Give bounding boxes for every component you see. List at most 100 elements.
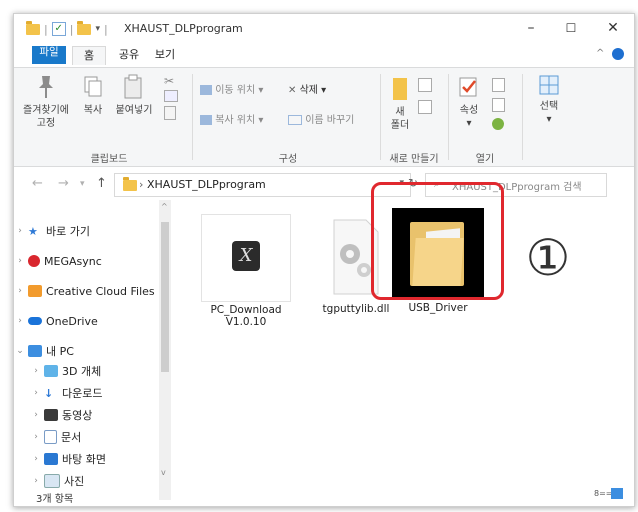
select-grid-icon	[539, 75, 559, 95]
status-bar: 3개 항목 8==	[14, 484, 634, 506]
cut-icon[interactable]: ✂	[164, 74, 180, 90]
address-folder-icon	[123, 177, 137, 191]
address-path: XHAUST_DLPprogram	[147, 178, 266, 191]
chevron-right-icon[interactable]: ›	[30, 366, 42, 376]
large-icons-view-icon[interactable]	[611, 488, 623, 499]
tab-share[interactable]: 공유	[114, 46, 144, 64]
minimize-button[interactable]: –	[514, 18, 548, 38]
folder-icon	[26, 20, 40, 35]
group-divider	[192, 74, 193, 160]
chevron-right-icon[interactable]: ›	[14, 286, 26, 296]
onedrive-cloud-icon	[28, 317, 42, 325]
nav-documents[interactable]: › 문서	[30, 428, 81, 446]
nav-3d-objects[interactable]: › 3D 개체	[30, 362, 101, 380]
chevron-right-icon[interactable]: ›	[30, 454, 42, 464]
step-number-annotation: ①	[525, 229, 571, 287]
new-folder-button[interactable]: 새 폴더	[386, 74, 414, 132]
clipboard-small-buttons: ✂	[164, 74, 180, 122]
clipboard-group-label: 클립보드	[90, 154, 128, 165]
nav-scrollbar-thumb[interactable]	[161, 222, 169, 372]
mega-icon	[28, 255, 40, 267]
details-view-icon[interactable]: 8==	[594, 489, 613, 498]
new-item-icon[interactable]	[418, 78, 432, 92]
rename-icon	[288, 115, 302, 125]
tab-home[interactable]: 홈	[72, 46, 106, 65]
chevron-right-icon[interactable]: ›	[14, 316, 26, 326]
navigation-pane: › ★ 바로 가기 › MEGAsync › Creative Cloud Fi…	[14, 200, 172, 490]
copy-button[interactable]: 복사	[76, 74, 110, 117]
open-small-buttons	[492, 78, 505, 130]
paste-shortcut-icon[interactable]	[164, 106, 180, 122]
nav-desktop[interactable]: › 바탕 화면	[30, 450, 106, 468]
desktop-icon	[44, 453, 58, 465]
up-arrow-icon[interactable]: ↑	[96, 176, 107, 191]
qa-dropdown-icon[interactable]: ▾	[95, 24, 100, 34]
close-button[interactable]: ✕	[596, 18, 630, 38]
nav-onedrive[interactable]: › OneDrive	[14, 312, 98, 330]
recent-dropdown-icon[interactable]: ▾	[80, 179, 85, 189]
tab-view[interactable]: 보기	[150, 46, 180, 64]
chevron-right-icon[interactable]: ›	[14, 226, 26, 236]
copy-path-icon[interactable]	[164, 90, 180, 106]
new-folder-icon	[393, 78, 407, 100]
history-icon[interactable]	[492, 118, 504, 130]
delete-button[interactable]: ✕ 삭제 ▾	[288, 84, 326, 97]
easy-access-icon[interactable]	[418, 100, 432, 114]
scroll-down-icon[interactable]: v	[161, 468, 166, 477]
window-title: XHAUST_DLPprogram	[124, 22, 243, 35]
address-bar[interactable]: › XHAUST_DLPprogram ▾	[114, 173, 411, 197]
nav-this-pc[interactable]: ⌄ 내 PC	[14, 342, 74, 360]
paste-button[interactable]: 붙여넣기	[112, 74, 156, 117]
pin-to-quick-access-button[interactable]: 즐겨찾기에 고정	[20, 74, 72, 130]
chevron-right-icon[interactable]: ›	[30, 388, 42, 398]
quick-access-toolbar: | ✓ | ▾ |	[26, 20, 112, 36]
group-divider	[522, 74, 523, 160]
move-to-button[interactable]: 이동 위치 ▾	[200, 84, 263, 97]
help-icon[interactable]	[612, 48, 624, 60]
delete-x-icon: ✕	[288, 85, 297, 96]
copy-to-icon	[200, 115, 212, 125]
cube-icon	[44, 365, 58, 377]
ribbon: 즐겨찾기에 고정 복사 붙여넣기 ✂ 클립보드 이동 위치 ▾ 복사 위치 ▾ …	[14, 67, 634, 167]
nav-megasync[interactable]: › MEGAsync	[14, 252, 102, 270]
file-item-pc-download[interactable]: X PC_Download V1.0.10	[193, 214, 299, 328]
rename-button[interactable]: 이름 바꾸기	[288, 114, 354, 127]
group-divider	[380, 74, 381, 160]
item-count: 3개 항목	[36, 494, 74, 505]
group-divider	[448, 74, 449, 160]
chevron-right-icon[interactable]: ›	[14, 256, 26, 266]
properties-button[interactable]: 속성 ▾	[454, 74, 484, 130]
pin-icon	[39, 76, 53, 98]
chevron-right-icon[interactable]: ›	[30, 432, 42, 442]
move-icon	[200, 85, 212, 95]
properties-check-icon[interactable]: ✓	[51, 22, 66, 36]
ribbon-tabs: 파일 홈 공유 보기 ^	[14, 44, 634, 66]
scroll-up-icon[interactable]: ^	[161, 202, 168, 211]
pc-icon	[28, 345, 42, 357]
nav-downloads[interactable]: › ↓ 다운로드	[30, 384, 102, 402]
ribbon-collapse-icon[interactable]: ^	[596, 48, 604, 59]
nav-videos[interactable]: › 동영상	[30, 406, 92, 424]
forward-arrow-icon[interactable]: →	[58, 176, 69, 191]
download-arrow-icon: ↓	[44, 386, 54, 400]
open-icon[interactable]	[492, 78, 505, 92]
chevron-down-icon[interactable]: ⌄	[14, 346, 26, 356]
open-group-label: 열기	[475, 154, 495, 165]
new-folder-icon[interactable]	[77, 20, 92, 35]
edit-icon[interactable]	[492, 98, 505, 112]
chevron-right-icon[interactable]: ›	[30, 410, 42, 420]
nav-creative-cloud[interactable]: › Creative Cloud Files	[14, 282, 154, 300]
star-icon: ★	[28, 224, 38, 238]
nav-quick-access[interactable]: › ★ 바로 가기	[14, 222, 90, 240]
film-icon	[44, 409, 58, 421]
x-logo-icon: X	[232, 241, 260, 271]
tab-file[interactable]: 파일	[32, 46, 66, 64]
nav-scrollbar[interactable]: ^ v	[159, 200, 171, 500]
address-row: ← → ▾ ↑ › XHAUST_DLPprogram ▾ ↻ ⌕ XHAUST…	[14, 170, 634, 198]
new-item-small-buttons	[418, 78, 432, 114]
copy-to-button[interactable]: 복사 위치 ▾	[200, 114, 263, 127]
back-arrow-icon[interactable]: ←	[32, 176, 43, 191]
breadcrumb-chevron-icon[interactable]: ›	[139, 178, 143, 191]
maximize-button[interactable]: ☐	[554, 18, 588, 38]
select-button[interactable]: 선택 ▾	[532, 74, 566, 126]
